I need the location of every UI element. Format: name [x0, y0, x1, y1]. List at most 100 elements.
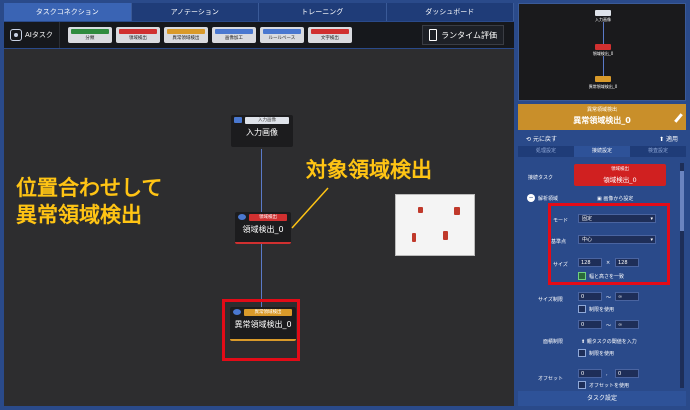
palette-chip-anomaly-detection[interactable]: 異常領域検出 [163, 27, 208, 43]
size-limit-max-input[interactable]: ∞ [615, 292, 639, 301]
collapse-icon[interactable]: − [527, 194, 535, 202]
node-input-image[interactable]: 入力画像 入力画像 [231, 115, 293, 147]
area-limit-min-input[interactable]: 0 [578, 320, 602, 329]
size-limit-use-label: 制限を使用 [589, 307, 615, 313]
chip-label: 画像加工 [224, 36, 243, 41]
connect-task-name: 領域検出_0 [603, 176, 637, 184]
chip-color-tag [70, 29, 109, 34]
annotation-line: 異常領域検出 [16, 203, 142, 227]
highlight-box-anomaly-node [222, 299, 300, 361]
annotation-label-target: 対象領域検出 [306, 158, 432, 182]
offset-comma: , [606, 371, 608, 377]
chip-color-tag [262, 29, 301, 34]
tab-annotation[interactable]: アノテーション [132, 3, 259, 21]
minimap-node [595, 10, 611, 16]
size-limit-label: サイズ制限 [538, 297, 563, 303]
palette-chip-classification[interactable]: 分類 [67, 27, 112, 43]
undo-label: 元に戻す [532, 135, 557, 143]
task-settings-button[interactable]: タスク設定 [518, 391, 686, 406]
tab-dashboard[interactable]: ダッシュボード [387, 3, 514, 21]
area-limit-max-input[interactable]: ∞ [615, 320, 639, 329]
palette-chip-text-detection[interactable]: 文字検出 [307, 27, 352, 43]
runtime-evaluation-button[interactable]: ランタイム評価 [422, 25, 504, 45]
minimap-label: 異常領域検出_0 [588, 84, 618, 89]
ai-task-icon [10, 29, 22, 41]
connect-task-type: 領域検出 [611, 167, 629, 172]
graph-edge [261, 149, 262, 213]
parent-threshold-button[interactable]: ⬆ 親タスクの閾値を入力 [581, 338, 637, 345]
tab-training[interactable]: トレーニング [259, 3, 387, 21]
minimap-edge [603, 22, 604, 44]
parent-threshold-label: 親タスクの閾値を入力 [586, 339, 637, 345]
selected-task-name: 異常領域検出_0 [573, 116, 631, 125]
scrollbar-thumb[interactable] [680, 171, 684, 231]
set-from-image-label: 画像から設定 [603, 196, 634, 202]
chip-label: 領域検出 [128, 36, 147, 41]
task-palette: 分類 領域検出 異常領域検出 画像加工 ルールベース 文字検出 [60, 27, 422, 43]
annotation-label-align: 位置合わせして 異常領域検出 [16, 175, 162, 229]
offset-checkbox[interactable] [578, 381, 586, 389]
area-limit-use-label: 制限を使用 [589, 351, 615, 357]
runtime-evaluation-label: ランタイム評価 [441, 30, 497, 40]
minimap-node [595, 44, 611, 50]
connect-task-selector[interactable]: 領域検出 領域検出_0 [574, 164, 666, 186]
set-from-image-button[interactable]: ▣ 画像から設定 [597, 195, 633, 202]
minimap-node [595, 76, 611, 82]
phone-icon [429, 29, 438, 41]
camera-icon [234, 117, 242, 123]
graph-minimap[interactable]: 入力画像 領域検出_0 異常領域検出_0 [518, 3, 686, 101]
eye-icon [238, 214, 246, 220]
size-limit-tilde: 〜 [606, 295, 612, 301]
subtab-processing[interactable]: 処理設定 [518, 146, 574, 157]
size-limit-min-input[interactable]: 0 [578, 292, 602, 301]
area-limit-tilde: 〜 [606, 323, 612, 329]
chip-color-tag [166, 29, 205, 34]
connect-task-label: 接続タスク [528, 175, 554, 181]
settings-scrollbar[interactable] [680, 163, 684, 388]
subtab-connection[interactable]: 接続設定 [574, 146, 630, 157]
offset-x-input[interactable]: 0 [578, 369, 602, 378]
undo-button[interactable]: ⟲ 元に戻す [526, 134, 557, 143]
offset-y-input[interactable]: 0 [615, 369, 639, 378]
chip-label: 異常領域検出 [172, 36, 200, 41]
analysis-area-label: 解析領域 [538, 196, 559, 202]
area-limit-checkbox[interactable] [578, 349, 586, 357]
offset-label: オフセット [538, 376, 564, 382]
node-type-tag: 入力画像 [245, 117, 289, 124]
task-graph-canvas[interactable]: 入力画像 入力画像 領域検出 領域検出_0 異常領域検出 異常領域検出_0 位置… [4, 49, 514, 406]
task-toolbar: AIタスク 分類 領域検出 異常領域検出 画像加工 ルールベース 文字検出 ラン… [4, 22, 514, 48]
region-preview-image [395, 194, 475, 256]
apply-label: 適用 [665, 135, 678, 143]
chip-color-tag [214, 29, 253, 34]
palette-chip-region-detection[interactable]: 領域検出 [115, 27, 160, 43]
detected-part [454, 207, 460, 215]
chip-label: ルールベース [268, 36, 296, 41]
subtab-inspection[interactable]: 検査設定 [630, 146, 686, 157]
detected-part [443, 231, 448, 240]
chip-label: 分類 [85, 36, 95, 41]
apply-button[interactable]: ⬆ 適用 [659, 134, 678, 143]
chip-color-tag [118, 29, 157, 34]
ai-task-label: AIタスク [25, 31, 53, 39]
selected-task-type: 異常領域検出 [586, 107, 617, 113]
area-limit-label: 面積制限 [543, 339, 564, 345]
ai-task-button[interactable]: AIタスク [4, 22, 60, 48]
tab-task-connection[interactable]: タスクコネクション [4, 3, 132, 21]
detected-part [412, 233, 416, 242]
size-limit-checkbox[interactable] [578, 305, 586, 313]
minimap-edge [603, 56, 604, 76]
panel-actions: ⟲ 元に戻す ⬆ 適用 [518, 131, 686, 145]
chip-color-tag [310, 29, 349, 34]
annotation-leader-line [291, 187, 329, 229]
palette-chip-rule-based[interactable]: ルールベース [259, 27, 304, 43]
highlight-box-settings [548, 203, 670, 285]
main-tab-bar: タスクコネクション アノテーション トレーニング ダッシュボード [4, 3, 514, 21]
annotation-line: 位置合わせして [16, 176, 163, 200]
palette-chip-image-processing[interactable]: 画像加工 [211, 27, 256, 43]
settings-subtabs: 処理設定 接続設定 検査設定 [518, 146, 686, 157]
detected-part [418, 207, 423, 213]
chip-label: 文字検出 [320, 36, 339, 41]
node-title: 入力画像 [246, 128, 278, 137]
graph-edge [261, 243, 262, 307]
offset-use-label: オフセットを使用 [589, 383, 630, 389]
